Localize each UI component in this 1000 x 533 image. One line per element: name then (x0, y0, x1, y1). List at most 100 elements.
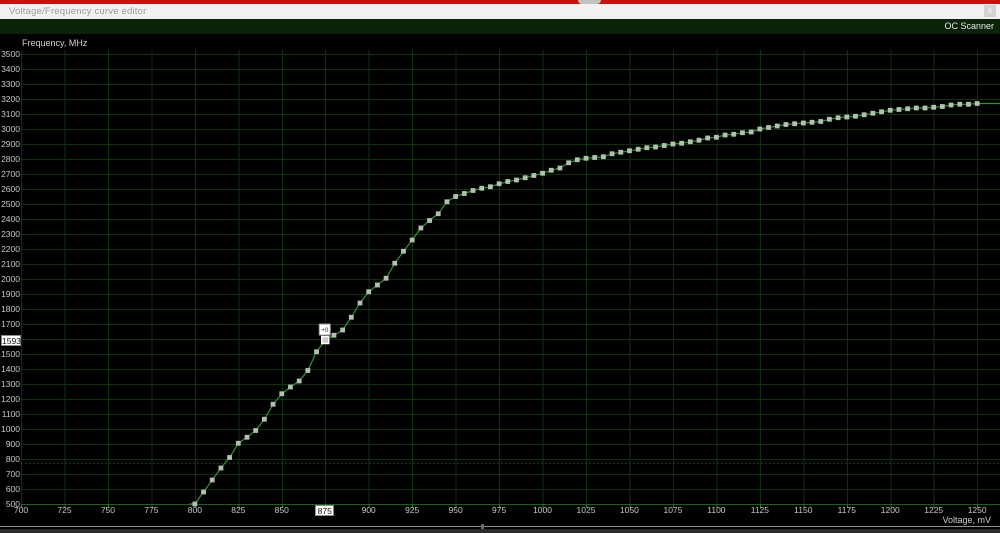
vf-point[interactable] (870, 110, 876, 116)
vf-point[interactable] (835, 115, 841, 121)
selected-vf-point[interactable] (321, 335, 330, 345)
vf-point[interactable] (479, 185, 485, 191)
vf-point[interactable] (705, 135, 711, 141)
vf-point[interactable] (514, 177, 519, 183)
vf-point[interactable] (548, 167, 554, 173)
vf-point[interactable] (931, 104, 937, 110)
vf-point[interactable] (922, 105, 928, 111)
vf-point[interactable] (940, 104, 945, 109)
vf-point[interactable] (948, 102, 954, 108)
vf-point[interactable] (305, 368, 311, 373)
vf-point[interactable] (296, 378, 302, 384)
vf-point[interactable] (627, 148, 632, 154)
vf-point[interactable] (792, 121, 798, 127)
vf-point[interactable] (383, 275, 389, 281)
vf-point[interactable] (818, 119, 824, 124)
toolbar: OC Scanner (0, 19, 1000, 34)
vf-point[interactable] (435, 211, 441, 217)
vf-point[interactable] (861, 112, 867, 118)
vf-point[interactable] (427, 218, 432, 223)
vf-point[interactable] (635, 146, 641, 152)
vf-point[interactable] (227, 455, 233, 460)
vf-point[interactable] (800, 120, 806, 126)
vf-point[interactable] (496, 181, 502, 187)
vf-point[interactable] (557, 165, 563, 171)
vf-point[interactable] (687, 139, 693, 145)
vf-point[interactable] (609, 151, 615, 157)
vf-point[interactable] (592, 155, 598, 160)
vf-point[interactable] (522, 175, 528, 181)
vf-point[interactable] (566, 160, 572, 166)
vf-point[interactable] (340, 327, 346, 333)
vf-point[interactable] (270, 401, 276, 407)
vf-point[interactable] (314, 349, 319, 355)
vf-point[interactable] (661, 143, 667, 148)
vf-point[interactable] (618, 149, 624, 155)
vf-chart-canvas[interactable]: +0 Frequency, MHz Voltage, mV 500 600 700 8… (0, 34, 1000, 526)
vf-point[interactable] (887, 107, 893, 113)
vf-point[interactable] (809, 119, 815, 125)
vf-point[interactable] (366, 289, 372, 295)
vf-point[interactable] (244, 434, 250, 440)
vf-point[interactable] (401, 248, 406, 254)
vf-point[interactable] (235, 440, 241, 446)
vf-point[interactable] (783, 122, 789, 127)
vf-point[interactable] (279, 391, 285, 397)
vf-point[interactable] (209, 477, 215, 483)
vf-point[interactable] (644, 145, 650, 151)
vf-point[interactable] (348, 314, 354, 320)
bottom-divider (0, 526, 1000, 527)
vf-point[interactable] (757, 126, 763, 132)
vf-point[interactable] (531, 173, 537, 178)
vf-point[interactable] (505, 179, 511, 184)
vf-point[interactable] (731, 131, 737, 137)
vf-point[interactable] (653, 144, 658, 150)
vf-point[interactable] (461, 191, 467, 196)
close-icon[interactable]: x (984, 5, 996, 17)
vf-point[interactable] (896, 107, 902, 112)
vf-point[interactable] (740, 130, 745, 136)
vf-point[interactable] (844, 114, 850, 120)
vf-point[interactable] (331, 332, 337, 338)
vf-point[interactable] (905, 106, 911, 112)
vf-point[interactable] (774, 123, 780, 129)
vf-point[interactable] (288, 384, 293, 390)
vf-point[interactable] (192, 501, 198, 507)
vf-point[interactable] (879, 109, 884, 115)
vf-point[interactable] (392, 260, 398, 266)
vf-point[interactable] (487, 184, 493, 190)
vf-point[interactable] (714, 134, 719, 140)
curve-editor-window: Voltage/Frequency curve editor x OC Scan… (0, 0, 1000, 533)
vf-point[interactable] (261, 416, 267, 422)
vf-point[interactable] (966, 101, 971, 107)
vf-point[interactable] (453, 194, 459, 199)
vf-point[interactable] (444, 199, 450, 205)
vf-point[interactable] (201, 489, 206, 495)
vf-point[interactable] (913, 105, 919, 111)
titlebar: Voltage/Frequency curve editor x (0, 4, 1000, 19)
vf-point[interactable] (974, 101, 980, 106)
vf-point[interactable] (540, 170, 545, 176)
oc-scanner-button[interactable]: OC Scanner (944, 20, 994, 33)
vf-point[interactable] (470, 188, 476, 193)
vf-point[interactable] (409, 237, 415, 243)
vf-point[interactable] (583, 155, 589, 161)
vf-point[interactable] (827, 116, 832, 122)
vf-point[interactable] (418, 225, 424, 231)
vf-point[interactable] (374, 282, 380, 288)
window-bottom-strip (0, 529, 1000, 533)
vf-point[interactable] (357, 300, 363, 306)
vf-point[interactable] (253, 428, 259, 433)
vf-point[interactable] (748, 129, 754, 135)
vf-plot[interactable]: +0 (0, 34, 1000, 526)
vf-point[interactable] (696, 137, 702, 143)
vf-point[interactable] (679, 140, 685, 146)
vf-point[interactable] (957, 101, 963, 107)
vf-point[interactable] (574, 157, 580, 163)
vf-point[interactable] (766, 125, 771, 130)
vf-point[interactable] (670, 141, 676, 147)
vf-point[interactable] (600, 154, 606, 160)
vf-point[interactable] (853, 113, 858, 119)
vf-point[interactable] (218, 465, 224, 471)
vf-point[interactable] (722, 132, 728, 138)
